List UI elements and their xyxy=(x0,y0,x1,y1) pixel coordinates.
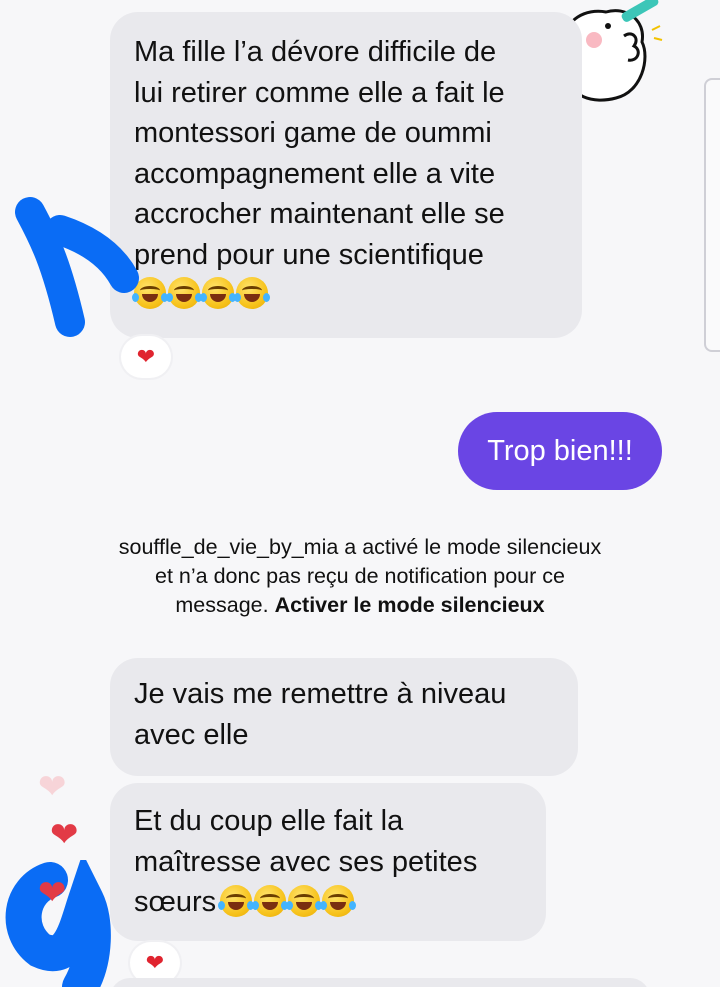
received-message-bubble[interactable]: Je vais me remettre à niveau avec elle xyxy=(110,658,578,776)
message-line: lui retirer comme elle a fait le xyxy=(134,76,505,109)
message-line: montessori game de oummi xyxy=(134,117,492,149)
message-line: avec elle xyxy=(134,718,249,751)
message-line: accrocher maintenant elle se xyxy=(134,198,505,230)
redaction-scribble xyxy=(15,197,139,337)
floating-heart-icon: ❤ xyxy=(50,816,79,854)
received-message-bubble[interactable]: Et du coup elle fait la maîtresse avec s… xyxy=(110,783,546,941)
received-message-bubble[interactable] xyxy=(110,978,650,987)
sent-message-bubble[interactable]: Trop bien!!! xyxy=(458,412,662,490)
message-line: Je vais me remettre à niveau xyxy=(134,678,507,710)
message-line: Et du coup elle fait la xyxy=(134,805,404,837)
face-with-tears-of-joy-icon xyxy=(234,277,270,309)
silent-mode-notice: souffle_de_vie_by_mia a activé le mode s… xyxy=(40,533,680,620)
emoji-group xyxy=(132,277,560,309)
floating-heart-icon: ❤ xyxy=(38,874,67,912)
message-line: accompagnement elle a vite xyxy=(134,157,496,190)
face-with-tears-of-joy-icon xyxy=(320,885,357,917)
chat-screen: Ma fille l’a dévore difficile de lui ret… xyxy=(0,0,720,987)
face-with-tears-of-joy-icon xyxy=(200,277,236,309)
notice-line: et n’a donc pas reçu de notification pou… xyxy=(155,564,565,588)
activate-silent-mode-link[interactable]: Activer le mode silencieux xyxy=(275,593,545,617)
face-with-tears-of-joy-icon xyxy=(252,885,289,917)
message-line: Ma fille l’a dévore difficile de xyxy=(134,36,497,68)
notice-line: souffle_de_vie_by_mia a activé le mode s… xyxy=(118,535,602,559)
message-text: sœurs xyxy=(134,886,217,918)
message-line: sœurs xyxy=(134,882,524,923)
message-line: prend pour une scientifique xyxy=(134,238,484,271)
face-with-tears-of-joy-icon xyxy=(166,277,202,309)
face-with-tears-of-joy-icon xyxy=(286,885,323,917)
received-message-bubble[interactable]: Ma fille l’a dévore difficile de lui ret… xyxy=(110,12,582,338)
face-with-tears-of-joy-icon xyxy=(218,885,255,917)
scrollbar[interactable] xyxy=(704,78,720,352)
sent-message-text: Trop bien!!! xyxy=(487,435,633,467)
message-line: maîtresse avec ses petites xyxy=(134,845,478,878)
notice-line: message. Activer le mode silencieux xyxy=(40,591,680,620)
floating-heart-icon: ❤ xyxy=(38,768,67,806)
notice-prefix: message. xyxy=(175,593,275,617)
heart-icon: ❤ xyxy=(145,950,165,975)
emoji-group xyxy=(218,885,357,917)
